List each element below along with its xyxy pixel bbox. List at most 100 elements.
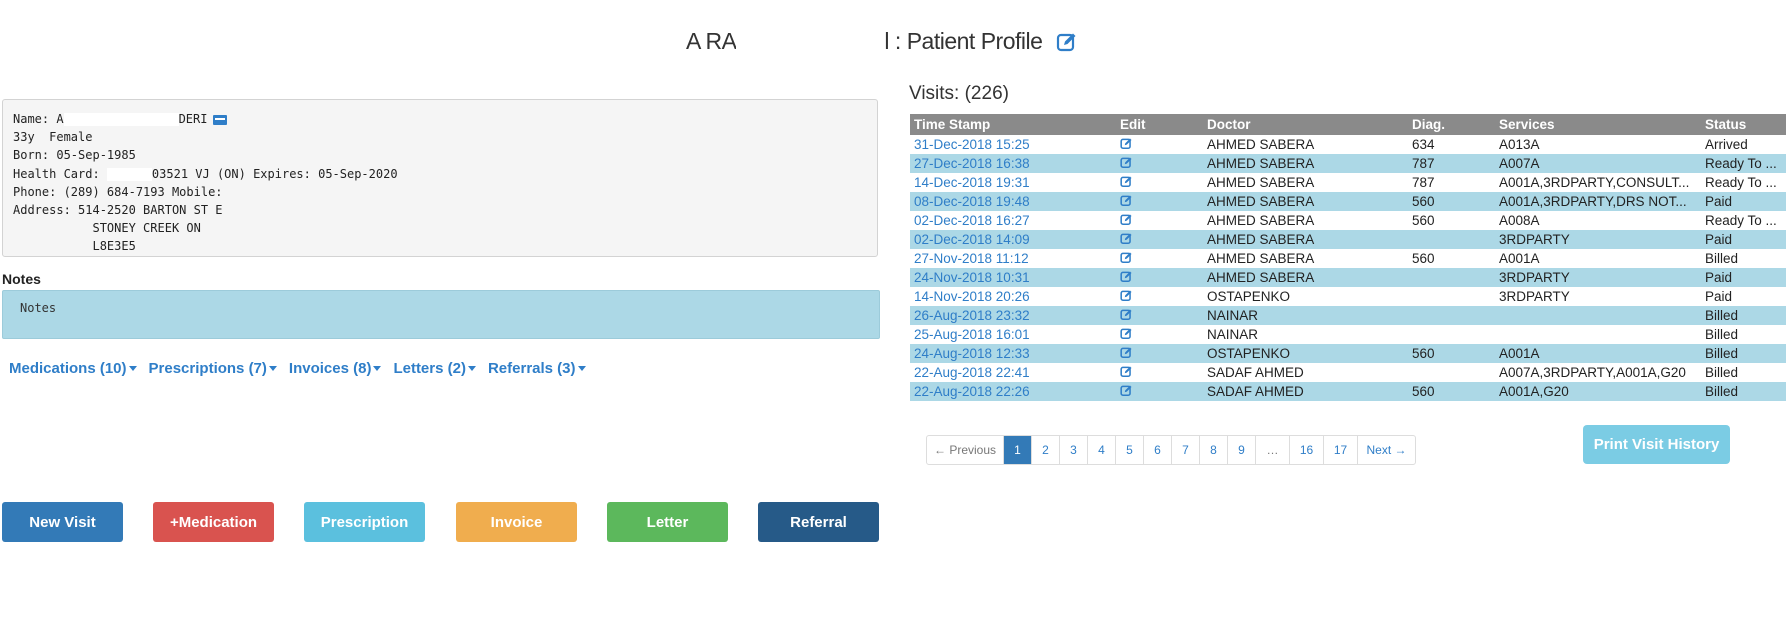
visit-doctor: NAINAR	[1203, 306, 1408, 325]
visit-status: Billed	[1705, 251, 1739, 266]
visit-status: Ready To ...	[1705, 175, 1777, 190]
visit-timestamp-link[interactable]: 24-Nov-2018 10:31	[910, 268, 1116, 287]
visit-doctor: AHMED SABERA	[1203, 230, 1408, 249]
visit-doctor: AHMED SABERA	[1207, 251, 1315, 266]
page-link[interactable]: 17	[1323, 436, 1357, 464]
prescriptions-label: Prescriptions (7)	[148, 360, 267, 377]
visit-services	[1495, 306, 1701, 325]
previous-page-button[interactable]: ← Previous	[927, 436, 1003, 464]
visit-doctor: AHMED SABERA	[1207, 213, 1315, 228]
edit-icon[interactable]	[1120, 232, 1133, 248]
visit-timestamp-link[interactable]: 27-Nov-2018 11:12	[910, 249, 1116, 268]
visit-services: A001A	[1495, 344, 1701, 363]
next-page-button[interactable]: Next →	[1357, 436, 1415, 464]
page-link[interactable]: 6	[1143, 436, 1171, 464]
visit-timestamp-link[interactable]: 02-Dec-2018 14:09	[910, 230, 1116, 249]
edit-visit-cell	[1116, 192, 1203, 211]
referral-button[interactable]: Referral	[758, 502, 879, 542]
visit-timestamp-link[interactable]: 14-Dec-2018 19:31	[910, 173, 1116, 192]
page-link[interactable]: 16	[1289, 436, 1323, 464]
print-visit-history-button[interactable]: Print Visit History	[1583, 425, 1730, 464]
edit-icon[interactable]	[1120, 270, 1133, 286]
edit-icon[interactable]	[1120, 365, 1133, 381]
medications-dropdown[interactable]: Medications (10)	[9, 360, 137, 377]
page-link[interactable]: 7	[1171, 436, 1199, 464]
edit-icon[interactable]	[1120, 289, 1133, 305]
edit-icon[interactable]	[1120, 137, 1133, 153]
edit-visit-cell	[1116, 344, 1203, 363]
visit-timestamp-link[interactable]: 24-Aug-2018 12:33	[910, 344, 1116, 363]
visit-timestamp-link[interactable]: 22-Aug-2018 22:26	[910, 382, 1116, 401]
letter-button[interactable]: Letter	[607, 502, 728, 542]
caret-down-icon	[128, 366, 137, 371]
table-row: 14-Nov-2018 20:26 OSTAPENKO 3RDPARTY Paid	[910, 287, 1786, 306]
prescription-button[interactable]: Prescription	[304, 502, 425, 542]
column-header-doctor[interactable]: Doctor	[1203, 114, 1408, 135]
patient-name-suffix: DERI	[178, 112, 208, 126]
column-header-diag[interactable]: Diag.	[1408, 114, 1495, 135]
edit-icon[interactable]	[1120, 346, 1133, 362]
edit-icon[interactable]	[1120, 327, 1133, 343]
edit-icon[interactable]	[1120, 194, 1133, 210]
invoices-dropdown[interactable]: Invoices (8)	[289, 360, 382, 377]
edit-visit-cell	[1116, 154, 1203, 173]
visit-status: Paid	[1701, 268, 1786, 287]
new-visit-button[interactable]: New Visit	[2, 502, 123, 542]
caret-down-icon	[373, 366, 382, 371]
edit-visit-cell	[1116, 230, 1203, 249]
notes-field[interactable]: Notes	[2, 290, 880, 339]
visit-timestamp-link[interactable]: 31-Dec-2018 15:25	[910, 135, 1116, 154]
caret-down-icon	[467, 366, 476, 371]
visit-services	[1495, 325, 1701, 344]
page-link[interactable]: 9	[1227, 436, 1255, 464]
edit-icon[interactable]	[1120, 308, 1133, 324]
page-link[interactable]: 4	[1087, 436, 1115, 464]
edit-icon[interactable]	[1120, 175, 1133, 191]
edit-icon[interactable]	[1120, 384, 1133, 400]
visit-diag: 560	[1408, 344, 1495, 363]
visit-diag: 560	[1408, 382, 1495, 401]
table-row: 27-Dec-2018 16:38 AHMED SABERA 787 A007A Rea…	[910, 154, 1786, 173]
page-link[interactable]: 5	[1115, 436, 1143, 464]
edit-icon[interactable]	[1120, 251, 1133, 267]
edit-visit-cell	[1116, 325, 1203, 344]
page-link[interactable]: 1	[1003, 436, 1031, 464]
edit-icon[interactable]	[1120, 156, 1133, 172]
edit-icon[interactable]	[1120, 213, 1133, 229]
column-header-services[interactable]: Services	[1495, 114, 1701, 135]
table-row: 27-Nov-2018 11:12 AHMED SABERA 560 A001A Bil…	[910, 249, 1786, 268]
column-header-timestamp[interactable]: Time Stamp	[910, 114, 1116, 135]
patient-name-prefix: A RA	[686, 28, 737, 54]
edit-visit-cell	[1116, 135, 1203, 154]
referrals-dropdown[interactable]: Referrals (3)	[488, 360, 586, 377]
visit-services: A008A	[1499, 213, 1540, 228]
card-icon[interactable]	[213, 114, 228, 125]
visit-doctor: OSTAPENKO	[1207, 289, 1291, 304]
visit-diag	[1408, 325, 1495, 344]
page-link[interactable]: …	[1255, 436, 1289, 464]
visit-status: Billed	[1701, 344, 1786, 363]
visit-timestamp-link[interactable]: 08-Dec-2018 19:48	[910, 192, 1116, 211]
visit-timestamp-link[interactable]: 26-Aug-2018 23:32	[910, 306, 1116, 325]
column-header-status[interactable]: Status	[1701, 114, 1786, 135]
visit-timestamp-link[interactable]: 25-Aug-2018 16:01	[910, 325, 1116, 344]
redacted-name-mask	[63, 113, 179, 126]
visit-timestamp-link[interactable]: 27-Dec-2018 16:38	[910, 154, 1116, 173]
invoice-button[interactable]: Invoice	[456, 502, 577, 542]
medications-label: Medications (10)	[9, 360, 127, 377]
visit-diag: 634	[1412, 137, 1435, 152]
visit-timestamp-link[interactable]: 14-Nov-2018 20:26	[910, 287, 1116, 306]
page-link[interactable]: 2	[1031, 436, 1059, 464]
add-medication-button[interactable]: +Medication	[153, 502, 274, 542]
edit-visit-cell	[1116, 382, 1203, 401]
page-link[interactable]: 3	[1059, 436, 1087, 464]
page-link[interactable]: 8	[1199, 436, 1227, 464]
visit-timestamp-link[interactable]: 02-Dec-2018 16:27	[910, 211, 1116, 230]
visits-table: Time Stamp Edit Doctor Diag. Services St…	[910, 114, 1786, 401]
letters-dropdown[interactable]: Letters (2)	[393, 360, 476, 377]
visit-timestamp-link[interactable]: 22-Aug-2018 22:41	[910, 363, 1116, 382]
visit-diag	[1408, 230, 1495, 249]
prescriptions-dropdown[interactable]: Prescriptions (7)	[149, 360, 277, 377]
edit-profile-icon[interactable]	[1056, 31, 1078, 53]
edit-visit-cell	[1116, 249, 1203, 268]
